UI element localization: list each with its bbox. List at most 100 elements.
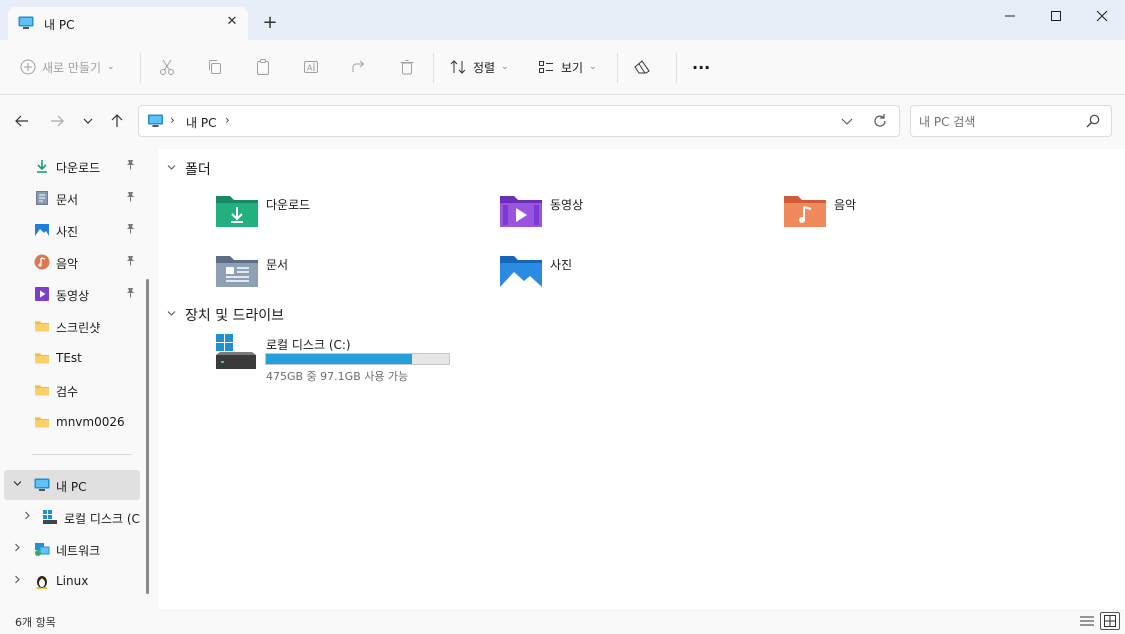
chevron-down-icon <box>166 162 177 176</box>
folder-tile-documents[interactable]: 문서 <box>216 253 486 297</box>
toolbar-divider <box>676 53 677 83</box>
share-icon <box>352 60 365 72</box>
recent-locations-button[interactable] <box>76 109 100 133</box>
folder-label: 문서 <box>266 258 289 272</box>
sidebar-item-network[interactable]: 네트워크 <box>4 534 140 564</box>
chevron-right-icon[interactable] <box>12 574 23 588</box>
breadcrumb-separator[interactable]: › <box>225 113 230 127</box>
main-content: 폴더 다운로드 동영상 음악 문서 사진 장치 및 드라이브 로컬 디스크 (C… <box>158 149 1125 609</box>
sidebar-item-review[interactable]: 검수 <box>4 375 140 405</box>
picture-folder-icon <box>500 256 542 287</box>
address-row: › 내 PC › <box>0 95 1125 149</box>
svg-text:A: A <box>307 64 313 73</box>
chevron-down-icon <box>166 308 177 322</box>
folders-section-header[interactable]: 폴더 <box>166 159 211 179</box>
sidebar-item-local-disk[interactable]: 로컬 디스크 (C:) <box>4 502 140 532</box>
sidebar-item-pictures[interactable]: 사진 <box>4 215 140 245</box>
trash-icon <box>400 60 414 75</box>
sidebar-item-mnvm0026[interactable]: mnvm0026 <box>4 407 140 437</box>
sidebar-item-label: Linux <box>56 574 89 588</box>
address-bar[interactable]: › 내 PC › <box>138 105 900 137</box>
network-icon <box>35 543 50 556</box>
pin-icon[interactable] <box>125 223 136 237</box>
breadcrumb-my-pc[interactable]: 내 PC <box>186 114 216 131</box>
sidebar-item-label: mnvm0026 <box>56 415 125 429</box>
view-button-label: 보기 <box>561 60 584 75</box>
chevron-down-icon[interactable] <box>12 478 23 492</box>
copy-button[interactable] <box>206 52 224 82</box>
tab-close-icon[interactable]: ✕ <box>222 12 242 32</box>
sidebar-item-downloads[interactable]: 다운로드 <box>4 151 140 181</box>
drive-usage-fill <box>266 354 412 364</box>
sidebar-item-test[interactable]: TEst <box>4 343 140 373</box>
view-button[interactable]: 보기 ⌄ <box>537 52 597 82</box>
filter-button[interactable] <box>633 52 651 82</box>
toolbar-divider <box>140 53 141 83</box>
drive-usage-bar <box>265 353 450 365</box>
navigation-pane: 다운로드 문서 사진 음악 동영상 스크린샷 TEst 검수 mnvm0026 <box>0 149 158 609</box>
pc-icon <box>18 16 34 29</box>
drive-icon <box>43 510 57 524</box>
sidebar-item-linux[interactable]: Linux <box>4 566 140 596</box>
search-icon[interactable] <box>1085 113 1101 132</box>
new-button[interactable]: 새로 만들기 ⌄ <box>20 52 115 82</box>
close-button[interactable] <box>1079 0 1125 32</box>
up-button[interactable] <box>105 109 129 133</box>
folder-label: 음악 <box>834 198 857 212</box>
breadcrumb-separator[interactable]: › <box>170 113 175 127</box>
search-input[interactable] <box>919 112 1079 132</box>
sidebar-item-music[interactable]: 음악 <box>4 247 140 277</box>
search-box[interactable] <box>910 105 1112 137</box>
pin-icon[interactable] <box>125 255 136 269</box>
music-icon <box>34 254 50 270</box>
share-button[interactable] <box>350 52 368 82</box>
pc-icon <box>148 114 163 127</box>
paste-button[interactable] <box>254 52 272 82</box>
folder-tile-music[interactable]: 음악 <box>784 193 1054 237</box>
cut-button[interactable] <box>158 52 176 82</box>
drive-tile-local-disk[interactable]: 로컬 디스크 (C:) 475GB 중 97.1GB 사용 가능 <box>214 334 474 384</box>
forward-button[interactable] <box>45 109 69 133</box>
rename-button[interactable]: A <box>302 52 320 82</box>
document-icon <box>36 191 48 205</box>
new-tab-button[interactable]: + <box>258 12 282 36</box>
sidebar-item-screenshots[interactable]: 스크린샷 <box>4 311 140 341</box>
folder-label: 사진 <box>550 258 573 272</box>
item-count: 6개 항목 <box>15 616 56 629</box>
tab-my-pc[interactable]: 내 PC ✕ <box>8 7 248 40</box>
sort-button[interactable]: 정렬 ⌄ <box>449 52 509 82</box>
folder-tile-downloads[interactable]: 다운로드 <box>216 193 486 237</box>
maximize-button[interactable] <box>1033 0 1079 32</box>
clipboard-icon <box>257 59 269 75</box>
sidebar-item-my-pc[interactable]: 내 PC <box>4 470 140 500</box>
title-bar: 내 PC ✕ + <box>0 0 1125 40</box>
more-options-button[interactable]: ··· <box>692 52 710 82</box>
refresh-button[interactable] <box>871 112 889 133</box>
address-dropdown-button[interactable] <box>839 112 855 133</box>
sidebar-item-videos[interactable]: 동영상 <box>4 279 140 309</box>
sidebar-item-documents[interactable]: 문서 <box>4 183 140 213</box>
rename-icon: A <box>304 61 318 73</box>
folder-tile-videos[interactable]: 동영상 <box>500 193 770 237</box>
sidebar-item-label: 네트워크 <box>56 544 101 558</box>
drives-section-header[interactable]: 장치 및 드라이브 <box>166 305 284 325</box>
details-view-button[interactable] <box>1077 612 1097 630</box>
folder-tile-pictures[interactable]: 사진 <box>500 253 770 297</box>
video-icon <box>35 287 49 301</box>
sidebar-scrollbar[interactable] <box>146 279 149 594</box>
back-button[interactable] <box>10 109 34 133</box>
download-folder-icon <box>216 196 258 227</box>
music-folder-icon <box>784 196 826 227</box>
large-icons-view-button[interactable] <box>1100 612 1120 630</box>
pin-icon[interactable] <box>125 159 136 173</box>
pin-icon[interactable] <box>125 287 136 301</box>
chevron-right-icon[interactable] <box>22 510 33 524</box>
sidebar-item-label: 스크린샷 <box>56 321 101 335</box>
chevron-right-icon[interactable] <box>12 542 23 556</box>
minimize-button[interactable] <box>987 0 1033 32</box>
delete-button[interactable] <box>398 52 416 82</box>
sidebar-divider <box>32 454 132 455</box>
sidebar-item-label: TEst <box>56 351 82 365</box>
details-view-icon <box>1080 616 1094 626</box>
pin-icon[interactable] <box>125 191 136 205</box>
